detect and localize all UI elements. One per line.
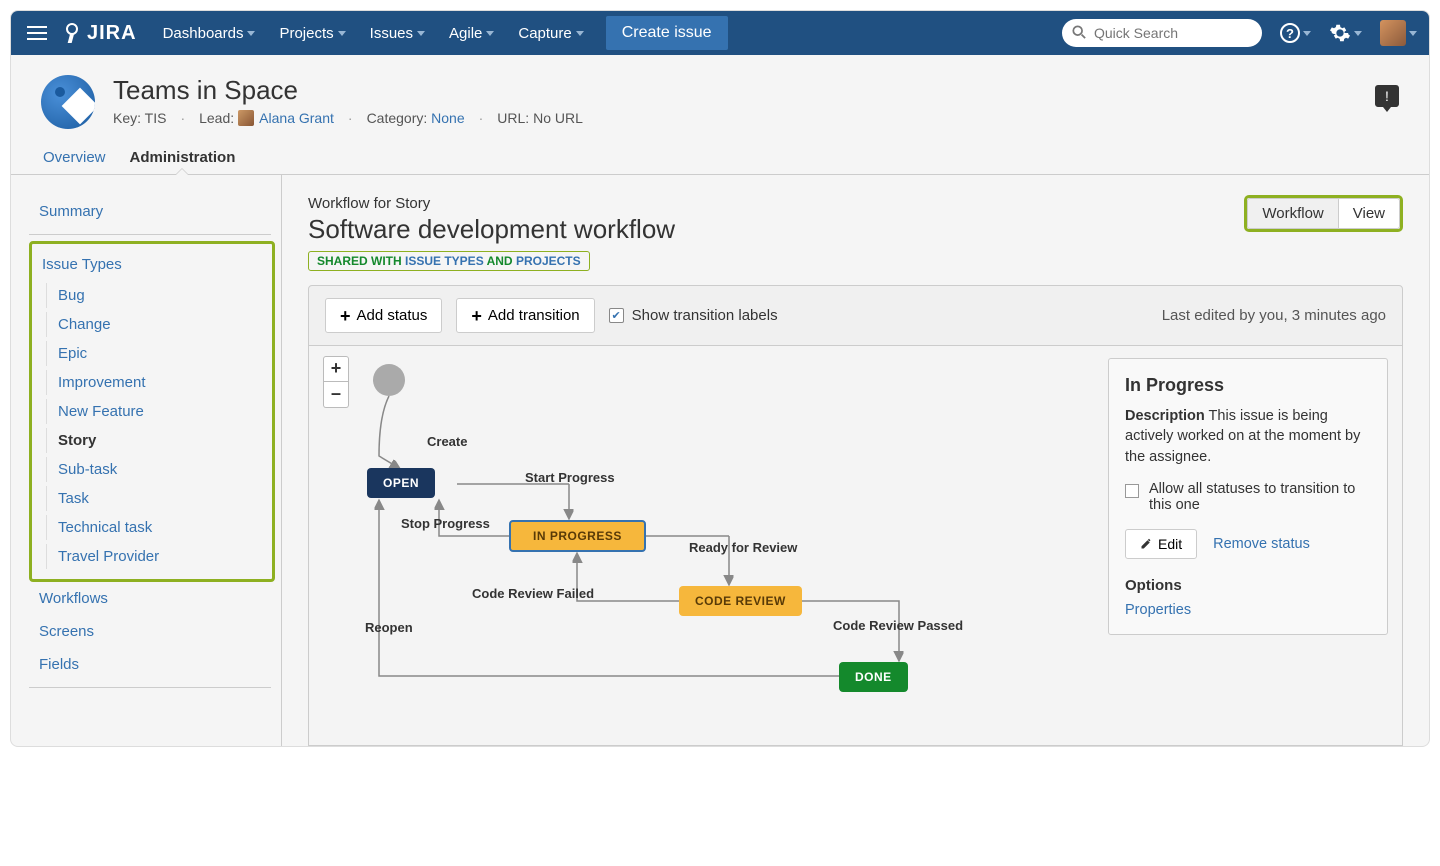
- status-in-progress[interactable]: IN PROGRESS: [509, 520, 646, 552]
- chevron-down-icon: [1303, 31, 1311, 36]
- transition-ready-label: Ready for Review: [689, 540, 797, 555]
- add-status-button[interactable]: +Add status: [325, 298, 442, 333]
- settings-menu[interactable]: [1329, 22, 1362, 44]
- nav-issues[interactable]: Issues: [360, 11, 435, 55]
- sidebar-item-task[interactable]: Task: [32, 484, 272, 513]
- sidebar-fields[interactable]: Fields: [29, 648, 281, 681]
- add-transition-button[interactable]: +Add transition: [456, 298, 594, 333]
- transition-start-label: Start Progress: [525, 470, 615, 485]
- workflow-breadcrumb: Workflow for Story: [308, 195, 1403, 212]
- top-navigation: JIRA Dashboards Projects Issues Agile Ca…: [11, 11, 1429, 55]
- status-done[interactable]: DONE: [839, 662, 908, 692]
- menu-icon[interactable]: [23, 19, 51, 47]
- sidebar-summary[interactable]: Summary: [29, 195, 281, 228]
- details-title: In Progress: [1125, 375, 1371, 396]
- project-icon: [41, 75, 95, 129]
- transition-reopen-label: Reopen: [365, 620, 413, 635]
- project-header: Teams in Space Key: TIS · Lead: Alana Gr…: [11, 55, 1429, 141]
- sidebar-item-bug[interactable]: Bug: [32, 281, 272, 310]
- workflow-title: Software development workflow: [308, 214, 1403, 245]
- sidebar-workflows[interactable]: Workflows: [29, 582, 281, 615]
- help-icon: ?: [1280, 23, 1300, 43]
- chevron-down-icon: [486, 31, 494, 36]
- workflow-toolbar: +Add status +Add transition ✔ Show trans…: [308, 285, 1403, 346]
- help-menu[interactable]: ?: [1280, 23, 1311, 43]
- sidebar-item-travel-provider[interactable]: Travel Provider: [32, 542, 272, 571]
- transition-failed-label: Code Review Failed: [472, 586, 594, 601]
- sidebar-screens[interactable]: Screens: [29, 615, 281, 648]
- plus-icon: +: [471, 309, 482, 323]
- lead-link[interactable]: Alana Grant: [259, 110, 334, 126]
- shared-issue-types-link[interactable]: ISSUE TYPES: [405, 254, 484, 268]
- shared-badge: SHARED WITH ISSUE TYPES AND PROJECTS: [308, 251, 590, 271]
- issue-types-highlight: Issue Types Bug Change Epic Improvement …: [29, 241, 275, 582]
- tab-administration[interactable]: Administration: [128, 141, 238, 174]
- main-content: Workflow for Story Software development …: [281, 175, 1429, 746]
- chevron-down-icon: [417, 31, 425, 36]
- nav-projects[interactable]: Projects: [269, 11, 355, 55]
- view-toggle-highlight: Workflow View: [1244, 195, 1403, 232]
- checkbox-icon: [1125, 484, 1139, 498]
- allow-all-transitions-toggle[interactable]: Allow all statuses to transition to this…: [1125, 481, 1371, 513]
- status-details-panel: In Progress Description This issue is be…: [1108, 358, 1388, 635]
- remove-status-link[interactable]: Remove status: [1213, 536, 1310, 552]
- workflow-canvas[interactable]: + –: [308, 346, 1403, 746]
- sidebar-item-technical-task[interactable]: Technical task: [32, 513, 272, 542]
- search-wrap: [1062, 19, 1262, 47]
- sidebar: Summary Issue Types Bug Change Epic Impr…: [11, 175, 281, 746]
- properties-link[interactable]: Properties: [1125, 602, 1371, 618]
- view-toggle-workflow[interactable]: Workflow: [1247, 198, 1338, 229]
- project-title: Teams in Space: [113, 75, 583, 106]
- view-toggle-view[interactable]: View: [1339, 198, 1400, 229]
- search-input[interactable]: [1062, 19, 1262, 47]
- sidebar-item-change[interactable]: Change: [32, 310, 272, 339]
- chevron-down-icon: [1409, 31, 1417, 36]
- edit-status-button[interactable]: Edit: [1125, 529, 1197, 559]
- shared-projects-link[interactable]: PROJECTS: [516, 254, 581, 268]
- project-meta: Key: TIS · Lead: Alana Grant · Category:…: [113, 110, 583, 126]
- status-open[interactable]: OPEN: [367, 468, 435, 498]
- chevron-down-icon: [247, 31, 255, 36]
- create-issue-button[interactable]: Create issue: [606, 16, 728, 50]
- sidebar-item-story[interactable]: Story: [32, 426, 272, 455]
- avatar: [1380, 20, 1406, 46]
- sidebar-item-new-feature[interactable]: New Feature: [32, 397, 272, 426]
- lead-avatar: [238, 110, 254, 126]
- sidebar-item-improvement[interactable]: Improvement: [32, 368, 272, 397]
- jira-logo[interactable]: JIRA: [61, 22, 137, 45]
- checkbox-icon: ✔: [609, 308, 624, 323]
- last-edited-label: Last edited by you, 3 minutes ago: [1162, 307, 1386, 324]
- tab-overview[interactable]: Overview: [41, 141, 108, 174]
- options-heading: Options: [1125, 577, 1371, 594]
- plus-icon: +: [340, 309, 351, 323]
- chevron-down-icon: [338, 31, 346, 36]
- transition-create-label: Create: [427, 434, 467, 449]
- sidebar-item-epic[interactable]: Epic: [32, 339, 272, 368]
- transition-passed-label: Code Review Passed: [833, 618, 963, 633]
- logo-text: JIRA: [87, 22, 137, 45]
- chevron-down-icon: [576, 31, 584, 36]
- show-transition-labels-toggle[interactable]: ✔ Show transition labels: [609, 307, 778, 324]
- details-description: Description This issue is being actively…: [1125, 406, 1371, 467]
- status-code-review[interactable]: CODE REVIEW: [679, 586, 802, 616]
- pencil-icon: [1140, 538, 1152, 550]
- sidebar-item-sub-task[interactable]: Sub-task: [32, 455, 272, 484]
- logo-icon: [61, 23, 81, 43]
- category-link[interactable]: None: [431, 110, 464, 126]
- sidebar-issue-types[interactable]: Issue Types: [32, 248, 272, 281]
- nav-dashboards[interactable]: Dashboards: [153, 11, 266, 55]
- project-tabs: Overview Administration: [11, 141, 1429, 175]
- search-icon: [1072, 25, 1086, 39]
- transition-stop-label: Stop Progress: [401, 516, 490, 531]
- gear-icon: [1329, 22, 1351, 44]
- feedback-icon[interactable]: !: [1375, 85, 1399, 107]
- chevron-down-icon: [1354, 31, 1362, 36]
- start-node[interactable]: [373, 364, 405, 396]
- profile-menu[interactable]: [1380, 20, 1417, 46]
- nav-agile[interactable]: Agile: [439, 11, 504, 55]
- nav-capture[interactable]: Capture: [508, 11, 593, 55]
